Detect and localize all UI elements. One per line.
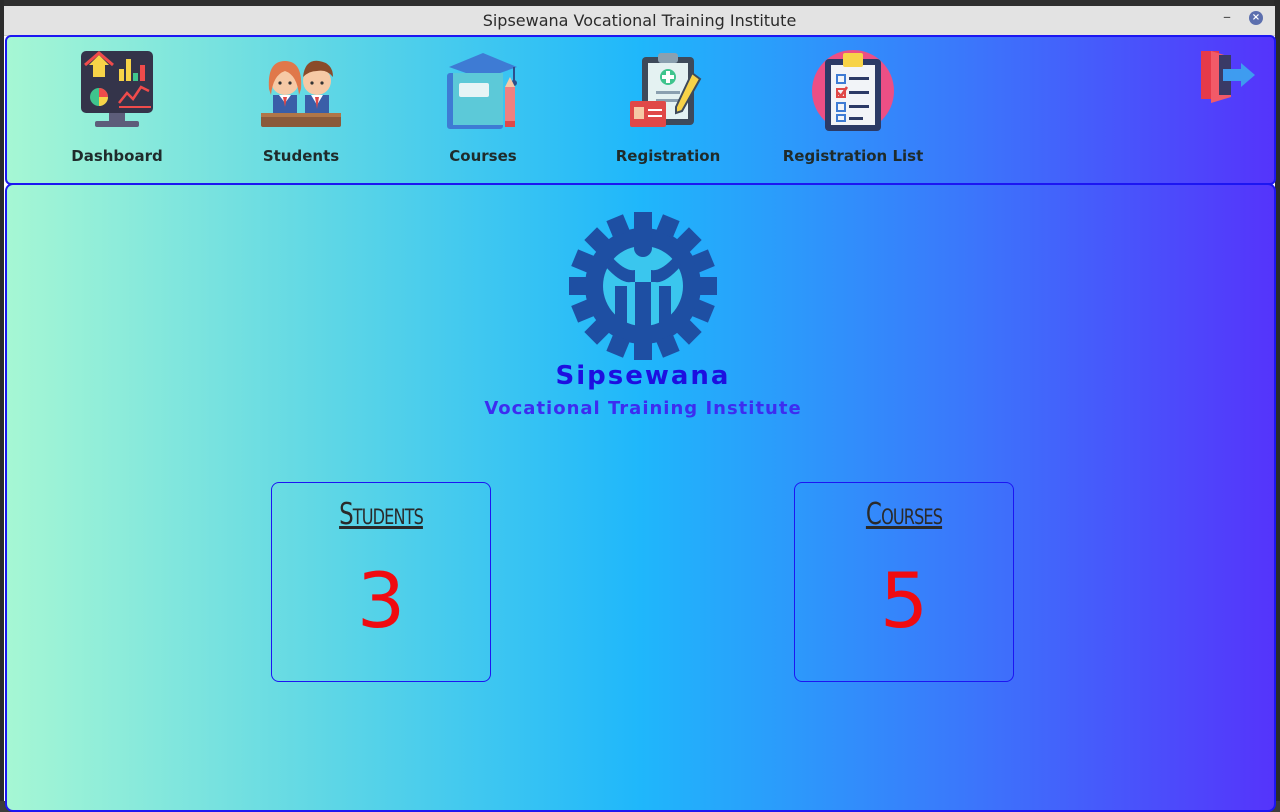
nav-label-dashboard: Dashboard (71, 147, 163, 165)
courses-book-icon (447, 53, 517, 129)
nav-label-courses: Courses (449, 147, 517, 165)
gear-person-logo-icon (569, 212, 717, 360)
brand-subtitle: Vocational Training Institute (484, 398, 802, 419)
minimize-button[interactable]: – (1218, 8, 1236, 28)
window-title: Sipsewana Vocational Training Institute (482, 11, 797, 30)
nav-label-students: Students (262, 147, 340, 165)
dashboard-main-panel: Sipsewana Vocational Training Institute … (5, 183, 1276, 812)
nav-item-dashboard[interactable]: Dashboard (37, 43, 197, 173)
nav-item-students[interactable]: Students (221, 43, 381, 173)
nav-item-registration[interactable]: Registration (588, 43, 748, 173)
dashboard-monitor-icon (81, 51, 153, 127)
nav-item-courses[interactable]: Courses (403, 43, 563, 173)
students-count: 3 (356, 556, 406, 645)
students-stat-title: Students (339, 497, 424, 532)
logout-door-icon[interactable] (1197, 47, 1257, 103)
students-icon (261, 60, 341, 127)
nav-label-registration: Registration (615, 147, 721, 165)
close-button[interactable]: × (1249, 11, 1263, 25)
courses-count: 5 (879, 556, 929, 645)
courses-stat-card: Courses 5 (794, 482, 1014, 682)
brand-name: Sipsewana (555, 361, 731, 391)
courses-stat-title: Courses (865, 497, 943, 532)
nav-item-registration-list[interactable]: Registration List (773, 43, 933, 173)
registration-list-icon (812, 50, 894, 131)
registration-clipboard-icon (630, 53, 702, 127)
window-titlebar[interactable]: Sipsewana Vocational Training Institute … (4, 6, 1275, 36)
app-window: Sipsewana Vocational Training Institute … (4, 6, 1276, 812)
students-stat-card: Students 3 (271, 482, 491, 682)
top-navigation: Dashboard Students Courses Registration … (5, 35, 1276, 185)
nav-label-registration-list: Registration List (782, 147, 924, 165)
